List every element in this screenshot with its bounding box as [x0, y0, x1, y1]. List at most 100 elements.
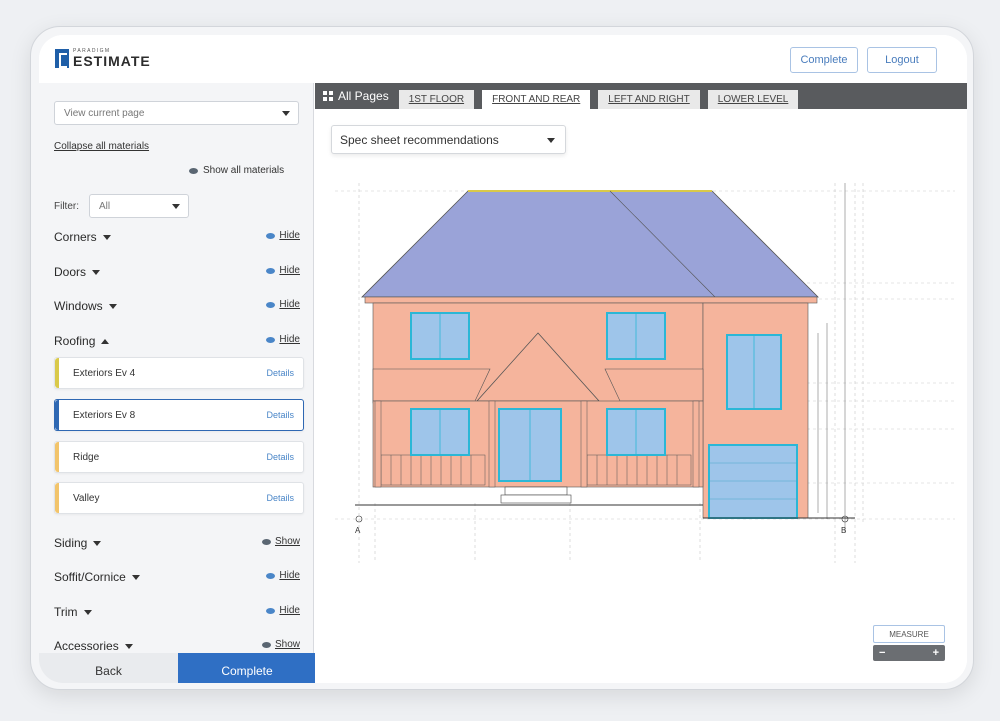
chevron-down-icon: [131, 574, 140, 580]
view-select[interactable]: View current page: [54, 101, 299, 125]
logout-button[interactable]: Logout: [867, 47, 937, 73]
marker-b-label: B: [841, 526, 846, 535]
material-item[interactable]: Exteriors Ev 4 Details: [54, 357, 304, 389]
garage-door: [708, 444, 798, 519]
materials-sidebar: View current page Collapse all materials…: [39, 83, 316, 683]
back-button[interactable]: Back: [39, 653, 178, 683]
category-label: Roofing: [54, 334, 96, 348]
category-siding[interactable]: Siding Show: [54, 534, 300, 552]
eye-off-icon: [261, 641, 271, 648]
hide-toggle[interactable]: Hide: [266, 605, 300, 616]
collapse-all-link[interactable]: Collapse all materials: [54, 141, 149, 152]
material-item[interactable]: Valley Details: [54, 482, 304, 514]
fascia: [364, 296, 818, 304]
material-color-bar: [55, 483, 59, 513]
material-name: Valley: [73, 492, 100, 504]
porch-roof-right: [604, 368, 704, 402]
hide-toggle[interactable]: Hide: [266, 265, 300, 276]
elevation-drawing[interactable]: A B: [315, 183, 967, 603]
hide-toggle[interactable]: Hide: [266, 334, 300, 345]
spec-sheet-value: Spec sheet recommendations: [340, 132, 499, 147]
material-color-bar: [55, 400, 59, 430]
chevron-down-icon: [83, 609, 92, 615]
toggle-label: Hide: [279, 230, 300, 241]
eye-icon: [189, 167, 198, 174]
toggle-label: Hide: [279, 605, 300, 616]
material-color-bar: [55, 358, 59, 388]
category-trim[interactable]: Trim Hide: [54, 603, 300, 621]
category-label: Windows: [54, 299, 103, 313]
details-link[interactable]: Details: [266, 452, 294, 462]
chevron-down-icon: [102, 234, 111, 240]
eye-icon: [266, 572, 276, 579]
complete-button[interactable]: Complete: [178, 653, 316, 683]
category-corners[interactable]: Corners Hide: [54, 228, 300, 246]
material-color-bar: [55, 442, 59, 472]
drawing-viewer: All Pages 1ST FLOOR FRONT AND REAR LEFT …: [315, 83, 967, 683]
show-all-label: Show all materials: [203, 165, 285, 176]
marker-a-label: A: [355, 526, 361, 535]
chevron-down-icon: [547, 138, 555, 143]
category-label: Doors: [54, 265, 87, 279]
filter-label: Filter:: [54, 201, 79, 212]
material-item[interactable]: Ridge Details: [54, 441, 304, 473]
all-pages-label: All Pages: [338, 89, 389, 103]
hide-toggle[interactable]: Hide: [266, 299, 300, 310]
tab-lower-level[interactable]: LOWER LEVEL: [707, 90, 799, 109]
category-windows[interactable]: Windows Hide: [54, 297, 300, 315]
app-logo: PARADIGM ESTIMATE: [55, 49, 151, 68]
all-pages-button[interactable]: All Pages: [315, 83, 399, 109]
measure-button[interactable]: MEASURE: [873, 625, 945, 643]
hide-toggle[interactable]: Hide: [266, 570, 300, 581]
tab-left-and-right[interactable]: LEFT AND RIGHT: [598, 90, 700, 109]
details-link[interactable]: Details: [266, 368, 294, 378]
sidebar-actions: Back Complete: [39, 653, 316, 683]
chevron-down-icon: [108, 303, 117, 309]
spec-sheet-select[interactable]: Spec sheet recommendations: [331, 125, 566, 154]
toggle-label: Hide: [279, 334, 300, 345]
chevron-down-icon: [93, 540, 102, 546]
entry-steps: [500, 486, 572, 504]
grid-icon: [323, 91, 333, 101]
details-link[interactable]: Details: [266, 493, 294, 503]
eye-icon: [266, 267, 276, 274]
show-toggle[interactable]: Show: [261, 536, 300, 547]
tab-front-and-rear[interactable]: FRONT AND REAR: [482, 90, 591, 109]
show-toggle[interactable]: Show: [261, 639, 300, 650]
category-label: Accessories: [54, 639, 119, 653]
eye-icon: [266, 301, 276, 308]
hide-toggle[interactable]: Hide: [266, 230, 300, 241]
material-name: Exteriors Ev 4: [73, 367, 136, 379]
toggle-label: Show: [274, 536, 300, 547]
zoom-control: − +: [873, 645, 945, 661]
category-doors[interactable]: Doors Hide: [54, 263, 300, 281]
zoom-in-button[interactable]: +: [933, 647, 939, 659]
chevron-down-icon: [282, 111, 290, 116]
category-roofing[interactable]: Roofing Hide: [54, 332, 300, 350]
chevron-down-icon: [124, 643, 133, 649]
category-label: Corners: [54, 230, 97, 244]
filter-select[interactable]: All: [89, 194, 189, 218]
roof: [361, 190, 819, 298]
chevron-down-icon: [172, 204, 180, 209]
material-item[interactable]: Exteriors Ev 8 Details: [54, 399, 304, 431]
category-label: Trim: [54, 605, 78, 619]
toggle-label: Hide: [279, 265, 300, 276]
category-label: Siding: [54, 536, 88, 550]
eye-off-icon: [261, 538, 271, 545]
tablet-frame: PARADIGM ESTIMATE Complete Logout View c…: [30, 26, 974, 690]
logo-mark-icon: [55, 49, 69, 68]
tab-1st-floor[interactable]: 1ST FLOOR: [398, 90, 475, 109]
porch-roof-left: [372, 368, 491, 402]
zoom-out-button[interactable]: −: [879, 647, 885, 659]
app-screen: PARADIGM ESTIMATE Complete Logout View c…: [39, 35, 967, 683]
top-bar: PARADIGM ESTIMATE Complete Logout: [39, 35, 967, 83]
chevron-down-icon: [92, 269, 101, 275]
category-soffit-cornice[interactable]: Soffit/Cornice Hide: [54, 568, 300, 586]
chevron-up-icon: [101, 338, 110, 344]
show-all-materials-toggle[interactable]: Show all materials: [189, 165, 284, 176]
details-link[interactable]: Details: [266, 410, 294, 420]
filter-value: All: [99, 200, 111, 212]
complete-top-button[interactable]: Complete: [790, 47, 858, 73]
eye-icon: [266, 232, 276, 239]
